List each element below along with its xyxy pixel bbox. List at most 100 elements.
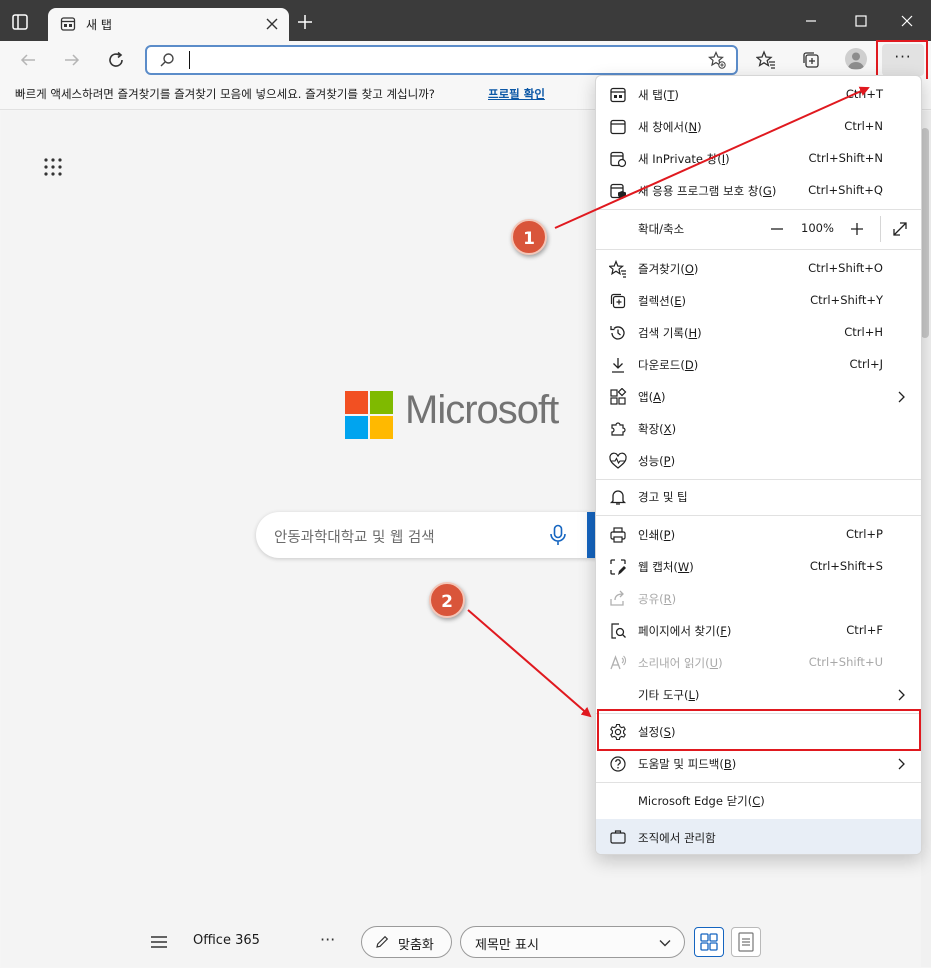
app-launcher-icon[interactable] <box>44 158 62 176</box>
menu-item-extensions[interactable]: 확장(X) <box>596 414 921 444</box>
office-365-label[interactable]: Office 365 <box>193 933 260 948</box>
menu-label: 새 응용 프로그램 보호 창 <box>638 184 759 198</box>
zoom-divider <box>880 216 881 242</box>
tab-actions-icon[interactable] <box>10 12 30 32</box>
close-tab-icon[interactable] <box>265 17 279 31</box>
menu-separator <box>596 515 921 516</box>
menu-separator <box>596 479 921 480</box>
performance-heart-icon <box>609 452 627 470</box>
maximize-icon[interactable] <box>850 10 872 32</box>
menu-item-downloads[interactable]: 다운로드(D) Ctrl+J <box>596 350 921 380</box>
tab-title: 새 탭 <box>86 18 112 32</box>
menu-item-collections[interactable]: 컬렉션(E) Ctrl+Shift+Y <box>596 286 921 316</box>
step-badge-1: 1 <box>511 219 547 255</box>
menu-item-new-inprivate[interactable]: 새 InPrivate 창(I) Ctrl+Shift+N <box>596 144 921 174</box>
menu-label: 공유 <box>638 592 660 606</box>
menu-item-close-edge[interactable]: Microsoft Edge 닫기(C) <box>596 786 921 816</box>
collections-icon[interactable] <box>801 50 821 70</box>
access-key: P <box>663 528 671 542</box>
menu-item-alerts[interactable]: 경고 및 팁 <box>596 482 921 512</box>
highlight-box-settings <box>597 709 921 751</box>
grid-view-button[interactable] <box>694 927 724 957</box>
menu-icon[interactable] <box>150 935 168 949</box>
manage-profile-link[interactable]: 프로필 확인 <box>488 86 545 102</box>
step-badge-2: 2 <box>429 582 465 618</box>
menu-separator <box>596 209 921 210</box>
pencil-icon <box>374 934 390 950</box>
access-key: A <box>653 390 661 404</box>
menu-label: 새 InPrivate 창 <box>638 152 718 166</box>
minimize-icon[interactable] <box>800 10 822 32</box>
menu-item-help-feedback[interactable]: 도움말 및 피드백(B) <box>596 749 921 779</box>
menu-label: 다운로드 <box>638 358 681 372</box>
more-options-icon[interactable]: ··· <box>320 930 335 949</box>
menu-label: 웹 캡처 <box>638 560 674 574</box>
menu-item-web-capture[interactable]: 웹 캡처(W) Ctrl+Shift+S <box>596 552 921 582</box>
menu-separator <box>596 249 921 250</box>
menu-item-performance[interactable]: 성능(P) <box>596 446 921 476</box>
address-bar[interactable] <box>145 45 738 75</box>
zoom-label: 확대/축소 <box>638 222 685 236</box>
access-key: X <box>663 422 672 436</box>
download-icon <box>609 356 627 374</box>
menu-item-print[interactable]: 인쇄(P) Ctrl+P <box>596 520 921 550</box>
layout-select[interactable]: 제목만 표시 <box>460 926 685 958</box>
menu-item-read-aloud: 소리내어 읽기(U) Ctrl+Shift+U <box>596 648 921 678</box>
forward-icon[interactable] <box>62 50 82 70</box>
menu-item-history[interactable]: 검색 기록(H) Ctrl+H <box>596 318 921 348</box>
zoom-in-icon[interactable] <box>846 218 868 240</box>
menu-item-new-window[interactable]: 새 창에서(N) Ctrl+N <box>596 112 921 142</box>
menu-item-more-tools[interactable]: 기타 도구(L) <box>596 680 921 710</box>
menu-item-app-guard[interactable]: 새 응용 프로그램 보호 창(G) Ctrl+Shift+Q <box>596 176 921 206</box>
access-key: D <box>684 358 694 372</box>
tab-new-tab[interactable]: 새 탭 <box>48 8 289 41</box>
menu-shortcut: Ctrl+H <box>844 325 883 339</box>
close-window-icon[interactable] <box>896 10 918 32</box>
menu-label: 검색 기록 <box>638 326 684 340</box>
menu-item-apps[interactable]: 앱(A) <box>596 382 921 412</box>
menu-label: 경고 및 팁 <box>638 490 688 504</box>
access-key: I <box>721 152 726 166</box>
read-aloud-icon <box>609 654 627 672</box>
profile-avatar[interactable] <box>845 48 867 70</box>
microphone-icon[interactable] <box>548 524 568 546</box>
menu-label: 성능 <box>638 454 660 468</box>
menu-shortcut: Ctrl+Shift+Q <box>808 183 883 197</box>
chevron-down-icon <box>658 936 672 950</box>
favorites-icon[interactable] <box>756 50 776 70</box>
microsoft-logo <box>345 391 393 439</box>
access-key: N <box>688 120 698 134</box>
microsoft-wordmark: Microsoft <box>405 388 559 432</box>
search-icon <box>159 52 175 68</box>
search-placeholder: 안동과학대학교 및 웹 검색 <box>274 530 435 546</box>
back-icon[interactable] <box>18 50 38 70</box>
add-favorite-icon[interactable] <box>708 51 726 69</box>
menu-item-share: 공유(R) <box>596 584 921 614</box>
tab-strip: 새 탭 <box>0 0 931 41</box>
web-search-box[interactable]: 안동과학대학교 및 웹 검색 <box>256 512 604 558</box>
refresh-icon[interactable] <box>106 50 126 70</box>
new-tab-icon <box>609 86 627 104</box>
menu-label: 도움말 및 피드백 <box>638 757 720 771</box>
menu-label: 소리내어 읽기 <box>638 656 706 670</box>
fullscreen-icon[interactable] <box>891 220 909 238</box>
managed-by-organization[interactable]: 조직에서 관리함 <box>596 819 921 854</box>
menu-label: 새 창에서 <box>638 120 684 134</box>
access-key: E <box>674 294 682 308</box>
menu-shortcut: Ctrl+T <box>845 87 883 101</box>
scrollbar-thumb[interactable] <box>921 128 929 338</box>
new-tab-button[interactable] <box>296 13 314 31</box>
access-key: F <box>720 624 727 638</box>
menu-item-new-tab[interactable]: 새 탭(T) Ctrl+T <box>596 80 921 110</box>
menu-item-favorites[interactable]: 즐겨찾기(O) Ctrl+Shift+O <box>596 254 921 284</box>
menu-item-find-on-page[interactable]: 페이지에서 찾기(F) Ctrl+F <box>596 616 921 646</box>
menu-label: 인쇄 <box>638 528 660 542</box>
customize-button[interactable]: 맞춤화 <box>361 926 452 958</box>
list-view-button[interactable] <box>731 927 761 957</box>
menu-label: 확장 <box>638 422 660 436</box>
web-capture-icon <box>609 558 627 576</box>
zoom-out-icon[interactable] <box>766 218 788 240</box>
access-key: B <box>723 757 732 771</box>
menu-label: Microsoft Edge 닫기 <box>638 794 748 808</box>
menu-shortcut: Ctrl+J <box>849 357 884 371</box>
